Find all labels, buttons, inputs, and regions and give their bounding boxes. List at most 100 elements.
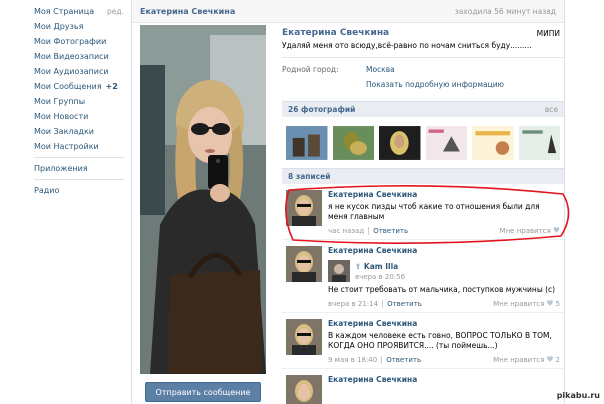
nav-my-bookmarks[interactable]: Мои Закладки bbox=[34, 124, 124, 139]
heart-icon: ♥ bbox=[552, 226, 560, 235]
profile-header-name: Екатерина Свечкина bbox=[140, 6, 236, 16]
profile-photo-image bbox=[140, 25, 266, 374]
post-author-link[interactable]: Екатерина Свечкина bbox=[328, 190, 560, 199]
nav-apps[interactable]: Приложения bbox=[34, 161, 124, 176]
reply-link[interactable]: Ответить bbox=[368, 226, 408, 235]
photos-title[interactable]: 26 фотографий bbox=[288, 105, 355, 114]
post-footer: вчера в 21:14 Ответить Мне нравится ♥ 5 bbox=[328, 299, 560, 308]
repost-author-name[interactable]: Kam Illa bbox=[364, 262, 398, 271]
photo-thumbnail[interactable] bbox=[286, 123, 328, 163]
last-seen-text: заходила 56 минут назад bbox=[454, 6, 556, 16]
repost-block: ⇪ Kam Illa вчера в 20:56 bbox=[328, 260, 560, 282]
post-time[interactable]: 9 мая в 18:40 bbox=[328, 356, 377, 364]
profile-info: Екатерина Свечкина МИПИ Удаляй меня ото … bbox=[282, 25, 564, 89]
hometown-row: Родной город: Москва bbox=[282, 65, 564, 74]
photo-thumbnail[interactable] bbox=[379, 123, 421, 163]
reply-link[interactable]: Ответить bbox=[381, 355, 421, 364]
nav-item-label[interactable]: Приложения bbox=[34, 164, 88, 173]
share-icon: ⇪ bbox=[355, 261, 362, 271]
post-author-link[interactable]: Екатерина Свечкина bbox=[328, 246, 560, 255]
nav-my-groups[interactable]: Мои Группы bbox=[34, 94, 124, 109]
photo-thumbnail[interactable] bbox=[472, 123, 514, 163]
nav-item-label[interactable]: Мои Закладки bbox=[34, 127, 94, 136]
wall-post: Екатерина Свечкина я не кусок пизды чтоб… bbox=[282, 184, 564, 240]
repost-author-link[interactable]: ⇪ Kam Illa bbox=[355, 262, 405, 271]
profile-full-name: Екатерина Свечкина bbox=[282, 28, 390, 38]
repost-info: ⇪ Kam Illa вчера в 20:56 bbox=[355, 262, 405, 281]
like-count: 5 bbox=[555, 299, 560, 308]
wall-header[interactable]: 8 записей bbox=[282, 168, 564, 184]
post-author-link[interactable]: Екатерина Свечкина bbox=[328, 319, 560, 328]
post-time[interactable]: час назад bbox=[328, 227, 364, 235]
nav-my-news[interactable]: Мои Новости bbox=[34, 109, 124, 124]
profile-panel: Екатерина Свечкина заходила 56 минут наз… bbox=[131, 0, 565, 404]
wall-title[interactable]: 8 записей bbox=[288, 172, 330, 181]
photos-all-link[interactable]: все bbox=[545, 105, 558, 114]
post-author-avatar[interactable] bbox=[286, 246, 322, 282]
profile-photo[interactable] bbox=[140, 25, 266, 374]
nav-item-label[interactable]: Мои Фотографии bbox=[34, 37, 106, 46]
post-author-link[interactable]: Екатерина Свечкина bbox=[328, 375, 560, 384]
photo-thumbnail[interactable] bbox=[332, 123, 375, 163]
photo-thumbnail[interactable] bbox=[425, 123, 468, 163]
like-button[interactable]: Мне нравится ♥ 5 bbox=[493, 299, 560, 308]
photo-thumbnail[interactable] bbox=[518, 123, 561, 163]
post-body: Екатерина Свечкина ⇪ Kam Illa вчера в 20… bbox=[328, 246, 560, 308]
like-label: Мне нравится bbox=[493, 355, 545, 364]
repost-date[interactable]: вчера в 20:56 bbox=[355, 273, 405, 281]
post-body: Екатерина Свечкина я не кусок пизды чтоб… bbox=[328, 190, 560, 235]
post-author-avatar[interactable] bbox=[286, 375, 322, 404]
post-text: я не кусок пизды чтоб какие то отношения… bbox=[328, 202, 540, 221]
nav-item-label[interactable]: Мои Настройки bbox=[34, 142, 99, 151]
nav-my-friends[interactable]: Мои Друзья bbox=[34, 19, 124, 34]
wall-section: 8 записей Екатерина Свечкина я не кусок … bbox=[282, 168, 564, 404]
nav-my-audio[interactable]: Мои Аудиозаписи bbox=[34, 64, 124, 79]
post-author-avatar[interactable] bbox=[286, 319, 322, 355]
like-button[interactable]: Мне нравится ♥ 2 bbox=[493, 355, 560, 364]
show-more-info-link[interactable]: Показать подробную информацию bbox=[366, 80, 564, 89]
edit-link[interactable]: ред. bbox=[107, 7, 124, 16]
heart-icon: ♥ bbox=[546, 355, 554, 364]
profile-header: Екатерина Свечкина заходила 56 минут наз… bbox=[132, 0, 564, 23]
post-body: Екатерина Свечкина bbox=[328, 375, 560, 404]
photos-header[interactable]: 26 фотографий все bbox=[282, 101, 564, 117]
profile-status: Удаляй меня ото всюду,всё-равно по ночам… bbox=[282, 41, 532, 50]
nav-my-videos[interactable]: Мои Видеозаписи bbox=[34, 49, 124, 64]
nav-item-label[interactable]: Моя Страница bbox=[34, 7, 94, 16]
nav-item-label[interactable]: Мои Друзья bbox=[34, 22, 83, 31]
nav-my-messages[interactable]: Мои Сообщения +2 bbox=[34, 79, 124, 94]
nav-item-label[interactable]: Мои Группы bbox=[34, 97, 85, 106]
like-label: Мне нравится bbox=[499, 226, 551, 235]
university-label: МИПИ bbox=[536, 29, 560, 38]
nav-my-settings[interactable]: Мои Настройки bbox=[34, 139, 124, 154]
nav-item-label[interactable]: Мои Сообщения bbox=[34, 82, 102, 91]
left-navigation: Моя Страница ред. Мои Друзья Мои Фотогра… bbox=[34, 4, 124, 198]
info-divider bbox=[282, 57, 564, 58]
send-message-button[interactable]: Отправить сообщение bbox=[145, 382, 261, 402]
post-time[interactable]: вчера в 21:14 bbox=[328, 300, 378, 308]
wall-post: Екатерина Свечкина bbox=[282, 369, 564, 404]
photo-thumbnails bbox=[282, 117, 564, 169]
nav-my-photos[interactable]: Мои Фотографии bbox=[34, 34, 124, 49]
photos-section: 26 фотографий все bbox=[282, 101, 564, 169]
like-count: 2 bbox=[555, 355, 560, 364]
nav-item-label[interactable]: Мои Аудиозаписи bbox=[34, 67, 109, 76]
reply-link[interactable]: Ответить bbox=[382, 299, 422, 308]
nav-radio[interactable]: Радио bbox=[34, 183, 124, 198]
hometown-link[interactable]: Москва bbox=[366, 65, 395, 74]
like-button[interactable]: Мне нравится ♥ bbox=[500, 226, 560, 235]
nav-my-page[interactable]: Моя Страница ред. bbox=[34, 4, 124, 19]
like-label: Мне нравится bbox=[493, 299, 545, 308]
repost-avatar[interactable] bbox=[328, 260, 350, 282]
post-author-avatar[interactable] bbox=[286, 190, 322, 226]
post-footer: 9 мая в 18:40 Ответить Мне нравится ♥ 2 bbox=[328, 355, 560, 364]
nav-item-label[interactable]: Радио bbox=[34, 186, 59, 195]
post-text: Не стоит требовать от мальчика, поступко… bbox=[328, 285, 556, 294]
watermark: pikabu.ru bbox=[556, 391, 600, 400]
wall-post: Екатерина Свечкина ⇪ Kam Illa вчера в 20… bbox=[282, 240, 564, 313]
hometown-label: Родной город: bbox=[282, 65, 339, 74]
nav-item-label[interactable]: Мои Видеозаписи bbox=[34, 52, 109, 61]
nav-divider bbox=[34, 179, 124, 180]
nav-item-label[interactable]: Мои Новости bbox=[34, 112, 88, 121]
heart-icon: ♥ bbox=[546, 299, 554, 308]
